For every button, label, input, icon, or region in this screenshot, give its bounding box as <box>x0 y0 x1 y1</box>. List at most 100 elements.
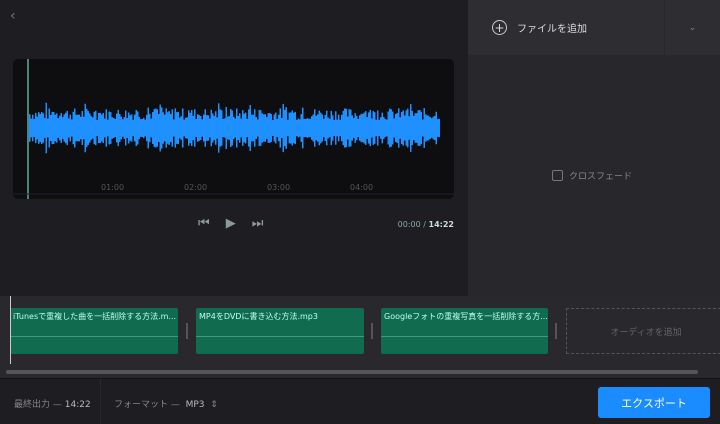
wave-bar <box>323 118 325 138</box>
wave-bar <box>128 112 130 144</box>
timeline: iTunesで重複した曲を一括削除する方法.m... MP4をDVDに書き込む方… <box>0 296 720 378</box>
wave-bar <box>146 114 148 142</box>
wave-bar <box>42 113 44 143</box>
tick-label: 04:00 <box>350 183 374 192</box>
wave-bar <box>252 114 254 142</box>
wave-bar <box>396 113 398 143</box>
skip-forward-icon[interactable]: ⏭ <box>252 216 264 231</box>
wave-bar <box>53 111 55 145</box>
final-output: 最終出力 — 14:22 <box>14 397 91 410</box>
wave-bar <box>321 114 323 142</box>
wave-bar <box>189 112 191 144</box>
clip-separator[interactable] <box>555 323 557 339</box>
wave-bar <box>438 118 440 138</box>
format-selector[interactable]: フォーマット — MP3 ⇕ <box>114 397 218 410</box>
wave-bar <box>293 112 295 144</box>
wave-bar <box>272 119 274 137</box>
add-file-button[interactable]: + ファイルを追加 <box>468 0 664 55</box>
wave-bar <box>387 111 389 145</box>
audio-clip[interactable]: MP4をDVDに書き込む方法.mp3 <box>196 308 364 354</box>
wave-bar <box>246 118 248 138</box>
wave-bar <box>425 114 427 142</box>
wave-bar <box>144 119 146 137</box>
stepper-icon[interactable]: ⇕ <box>210 400 218 410</box>
wave-bar <box>132 119 134 137</box>
wave-bar <box>371 118 373 138</box>
wave-bar <box>335 111 337 145</box>
wave-bar <box>186 117 188 139</box>
wave-bar <box>192 115 194 141</box>
format-value[interactable]: MP3 <box>186 400 205 410</box>
wave-bar <box>437 119 439 137</box>
wave-bar <box>113 117 115 139</box>
wave-bar <box>117 109 119 147</box>
audio-clip[interactable]: Googleフォトの重複写真を一括削除する方... <box>381 308 548 354</box>
wave-bar <box>356 115 358 141</box>
wave-bar <box>75 114 77 142</box>
wave-bar <box>320 112 322 144</box>
wave-bar <box>143 117 145 139</box>
wave-bar <box>60 113 62 143</box>
wave-bar <box>114 119 116 137</box>
wave-bar <box>99 112 101 144</box>
clip-separator[interactable] <box>186 323 188 339</box>
back-icon[interactable]: ‹ <box>10 8 16 24</box>
wave-bar <box>84 103 86 153</box>
timeline-scrollbar[interactable] <box>6 370 698 374</box>
wave-bar <box>339 119 341 137</box>
wave-bar <box>108 111 110 145</box>
waveform[interactable]: 01:00 02:00 03:00 04:00 <box>13 59 454 199</box>
wave-bar <box>134 114 136 142</box>
wave-bar <box>324 114 326 142</box>
output-value: 14:22 <box>64 400 91 410</box>
crossfade-checkbox[interactable]: クロスフェード <box>552 169 632 182</box>
wave-bar <box>317 114 319 142</box>
wave-bar <box>80 116 82 140</box>
wave-bar <box>386 119 388 137</box>
wave-bar <box>431 118 433 138</box>
play-icon[interactable]: ▶ <box>226 216 236 231</box>
wave-bar <box>72 111 74 145</box>
wave-bar <box>240 118 242 138</box>
wave-bar <box>233 116 235 140</box>
wave-bar <box>258 109 260 147</box>
wave-bar <box>290 112 292 144</box>
output-label: 最終出力 — <box>14 400 62 410</box>
wave-bar <box>309 118 311 138</box>
audio-clip[interactable]: iTunesで重複した曲を一括削除する方法.m... <box>10 308 178 354</box>
clip-separator[interactable] <box>371 323 373 339</box>
wave-bar <box>167 112 169 144</box>
wave-bar <box>422 119 424 137</box>
wave-bar <box>279 108 281 148</box>
playhead[interactable] <box>10 296 11 364</box>
wave-bar <box>119 114 121 142</box>
plus-icon: + <box>492 20 507 35</box>
wave-bar <box>266 117 268 139</box>
wave-bar <box>435 111 437 145</box>
wave-bar <box>185 117 187 139</box>
wave-bar <box>401 111 403 145</box>
wave-bar <box>276 118 278 138</box>
wave-bar <box>89 113 91 143</box>
skip-back-icon[interactable]: ⏮ <box>198 216 210 231</box>
wave-bar <box>230 108 232 148</box>
add-audio-button[interactable]: オーディオを追加 <box>566 308 720 354</box>
chevron-down-icon[interactable]: ⌄ <box>665 0 720 55</box>
wave-bar <box>423 108 425 148</box>
wave-bar <box>87 111 89 145</box>
export-button[interactable]: エクスポート <box>598 387 710 418</box>
wave-bar <box>432 116 434 140</box>
wave-bar <box>120 116 122 140</box>
wave-bar <box>234 118 236 138</box>
wave-bar <box>176 112 178 144</box>
wave-bar <box>342 110 344 146</box>
wave-bar <box>221 110 223 146</box>
wave-bar <box>32 114 34 142</box>
wave-bar <box>174 108 176 148</box>
wave-bar <box>305 119 307 137</box>
wave-bar <box>35 112 37 144</box>
wave-bar <box>350 109 352 147</box>
wave-bar <box>354 113 356 143</box>
wave-bar <box>198 115 200 141</box>
wave-bar <box>300 114 302 142</box>
